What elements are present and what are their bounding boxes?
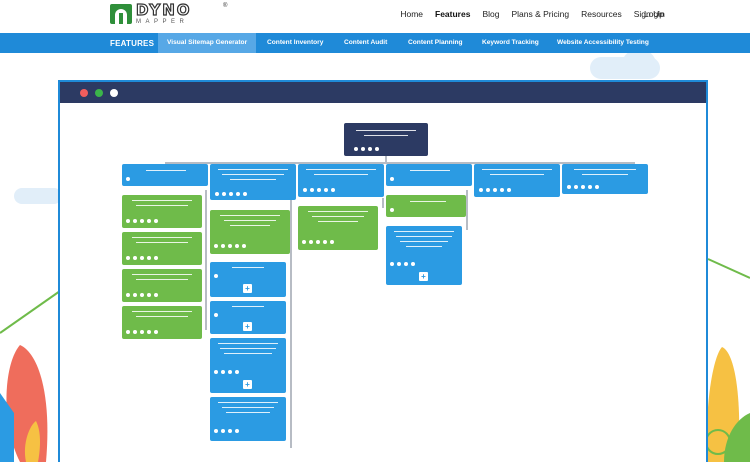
sitemap-node <box>210 210 290 254</box>
sitemap-node <box>122 195 202 228</box>
sitemap-node: + <box>210 262 286 297</box>
expand-icon: + <box>419 272 428 281</box>
expand-icon: + <box>243 380 252 389</box>
sitemap-node: + <box>210 301 286 334</box>
sitemap-node <box>298 164 384 197</box>
site-header: DYNO MAPPER ® Home Features Blog Plans &… <box>0 0 750 33</box>
logo-wordmark: DYNO <box>135 1 192 19</box>
maximize-dot-icon <box>110 89 118 97</box>
registered-mark: ® <box>223 3 228 9</box>
sitemap-node <box>210 397 286 441</box>
nav-features[interactable]: Features <box>435 9 470 19</box>
subnav-title[interactable]: FEATURES <box>110 39 154 48</box>
minimize-dot-icon <box>95 89 103 97</box>
connector-line <box>290 198 292 448</box>
sitemap-node <box>386 164 472 186</box>
sitemap-hero-illustration: + + + + <box>0 53 750 462</box>
connector-line <box>466 190 468 230</box>
connector-line <box>382 198 384 208</box>
tab-website-accessibility-testing[interactable]: Website Accessibility Testing <box>548 33 658 53</box>
tab-keyword-tracking[interactable]: Keyword Tracking <box>473 33 548 53</box>
tab-content-planning[interactable]: Content Planning <box>399 33 472 53</box>
sitemap-node <box>122 164 208 186</box>
tab-content-inventory[interactable]: Content Inventory <box>258 33 332 53</box>
sitemap-root-node <box>344 123 428 156</box>
expand-icon: + <box>243 284 252 293</box>
tab-content-audit[interactable]: Content Audit <box>335 33 396 53</box>
tab-visual-sitemap-generator[interactable]: Visual Sitemap Generator <box>158 33 257 53</box>
features-subnav: FEATURES Visual Sitemap Generator Conten… <box>0 33 750 53</box>
sitemap-node <box>298 206 378 250</box>
dynomapper-logo[interactable]: DYNO MAPPER ® <box>110 1 230 25</box>
sitemap-node <box>122 232 202 265</box>
nav-blog[interactable]: Blog <box>482 9 499 19</box>
main-nav: Home Features Blog Plans & Pricing Resou… <box>400 9 664 19</box>
sitemap-node <box>386 195 466 217</box>
sitemap-node <box>562 164 648 194</box>
sitemap-node <box>122 269 202 302</box>
browser-window-illustration: + + + + <box>58 80 708 462</box>
close-dot-icon <box>80 89 88 97</box>
sitemap-node <box>210 164 296 200</box>
sitemap-node: + <box>210 338 286 393</box>
nav-login[interactable]: Login <box>644 9 665 19</box>
browser-title-bar <box>60 82 706 103</box>
logo-subtext: MAPPER <box>136 19 189 25</box>
logo-mark-icon <box>110 4 132 24</box>
sitemap-node <box>474 164 560 197</box>
nav-home[interactable]: Home <box>400 9 423 19</box>
sitemap-node <box>122 306 202 339</box>
expand-icon: + <box>243 322 252 331</box>
nav-resources[interactable]: Resources <box>581 9 622 19</box>
sitemap-node: + <box>386 226 462 285</box>
nav-plans-pricing[interactable]: Plans & Pricing <box>511 9 569 19</box>
connector-line <box>205 190 207 330</box>
